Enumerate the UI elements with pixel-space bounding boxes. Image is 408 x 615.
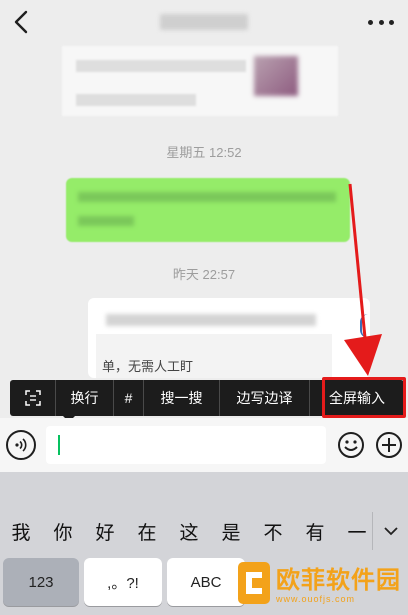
- translate-while-typing-button[interactable]: 边写边译: [220, 380, 310, 416]
- emoji-button[interactable]: [336, 430, 366, 460]
- emoji-icon: [338, 432, 364, 458]
- link-card-text: 单，无需人工盯: [102, 359, 194, 374]
- expand-candidates-button[interactable]: [372, 512, 408, 550]
- candidate-word[interactable]: 不: [252, 518, 294, 545]
- watermark-logo-icon: [238, 562, 270, 604]
- message-card-blurred[interactable]: [62, 46, 338, 116]
- back-button[interactable]: [6, 6, 38, 38]
- candidate-word[interactable]: 好: [84, 518, 126, 545]
- keyboard-top-bar: [0, 472, 408, 512]
- more-dots-icon: [368, 19, 373, 25]
- abc-key[interactable]: ABC: [167, 558, 245, 606]
- newline-button[interactable]: 换行: [56, 380, 114, 416]
- search-button[interactable]: 搜一搜: [144, 380, 220, 416]
- site-watermark: 欧菲软件园 www.ouofjs.com: [236, 556, 404, 612]
- plus-icon: [376, 432, 402, 458]
- candidate-word[interactable]: 是: [210, 518, 252, 545]
- candidate-word[interactable]: 这: [168, 518, 210, 545]
- text-cursor: [58, 435, 60, 455]
- highlight-box: [322, 377, 406, 418]
- more-button[interactable]: [368, 10, 394, 34]
- more-functions-button[interactable]: [374, 430, 404, 460]
- watermark-url: www.ouofjs.com: [276, 594, 356, 604]
- message-input-bar: [0, 418, 408, 472]
- punctuation-key[interactable]: ,。?!: [84, 558, 162, 606]
- chevron-down-icon: [383, 527, 398, 536]
- candidate-word[interactable]: 我: [0, 518, 42, 545]
- voice-icon: [15, 438, 27, 452]
- hashtag-button[interactable]: #: [114, 380, 144, 416]
- back-arrow-icon: [14, 10, 28, 34]
- candidate-word[interactable]: 你: [42, 518, 84, 545]
- scan-text-button[interactable]: [10, 380, 56, 416]
- candidate-word[interactable]: 有: [294, 518, 336, 545]
- numbers-key[interactable]: 123: [3, 558, 79, 606]
- chat-title-blurred: [160, 14, 248, 30]
- annotation-arrow-icon: [344, 183, 382, 376]
- timestamp: 星期五 12:52: [166, 145, 242, 160]
- sent-message-bubble[interactable]: [66, 178, 350, 242]
- scan-text-icon: [24, 390, 41, 406]
- link-card-message[interactable]: 单，无需人工盯: [88, 298, 370, 378]
- candidate-bar: 我 你 好 在 这 是 不 有 一: [0, 512, 408, 550]
- candidate-word[interactable]: 在: [126, 518, 168, 545]
- message-input[interactable]: [46, 426, 326, 464]
- card-thumbnail: [254, 56, 298, 96]
- watermark-text: 欧菲软件园: [276, 567, 401, 594]
- chat-header: [0, 0, 408, 46]
- voice-button[interactable]: [6, 430, 36, 460]
